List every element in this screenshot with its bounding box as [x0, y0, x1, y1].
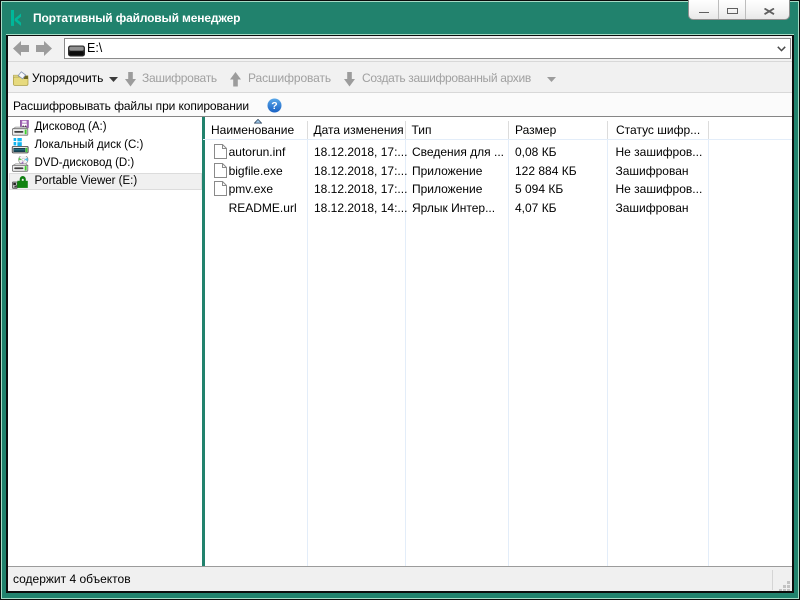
- svg-text:?: ?: [271, 100, 277, 112]
